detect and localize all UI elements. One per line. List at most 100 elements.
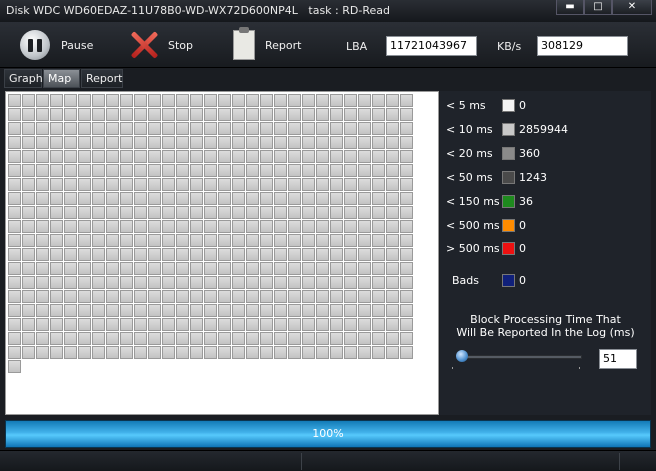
map-block (78, 150, 91, 163)
report-button[interactable]: Report (233, 27, 301, 62)
tab-report[interactable]: Report (81, 69, 123, 88)
map-block (134, 94, 147, 107)
map-block (302, 150, 315, 163)
close-button[interactable]: ✕ (612, 0, 652, 15)
map-block (386, 136, 399, 149)
lba-field[interactable]: 11721043967 (386, 36, 477, 56)
map-block (372, 234, 385, 247)
map-block (274, 346, 287, 359)
map-block (344, 346, 357, 359)
map-block (218, 346, 231, 359)
map-block (288, 164, 301, 177)
kbs-field[interactable]: 308129 (537, 36, 628, 56)
map-block (246, 108, 259, 121)
map-block (162, 136, 175, 149)
map-block (358, 234, 371, 247)
map-block (64, 248, 77, 261)
map-block (92, 192, 105, 205)
map-block (218, 248, 231, 261)
map-block (162, 122, 175, 135)
map-block (218, 122, 231, 135)
map-block (162, 346, 175, 359)
threshold-slider-handle[interactable] (456, 350, 468, 362)
status-segment (301, 453, 619, 470)
map-block (36, 290, 49, 303)
map-block (316, 94, 329, 107)
map-block (176, 346, 189, 359)
legend-count: 0 (519, 274, 526, 287)
legend-label: < 5 ms (446, 99, 486, 112)
map-block (232, 248, 245, 261)
map-block (134, 276, 147, 289)
map-block (134, 332, 147, 345)
maximize-button[interactable]: □ (584, 0, 612, 15)
map-block (8, 262, 21, 275)
map-block (8, 332, 21, 345)
map-block (344, 234, 357, 247)
map-block (120, 136, 133, 149)
map-block (78, 304, 91, 317)
map-block (344, 304, 357, 317)
map-block (232, 164, 245, 177)
map-block (148, 136, 161, 149)
map-block (92, 248, 105, 261)
legend-count: 0 (519, 242, 526, 255)
map-block (78, 192, 91, 205)
minimize-button[interactable]: ▬ (556, 0, 584, 15)
map-block (344, 94, 357, 107)
map-block (246, 304, 259, 317)
map-block (176, 234, 189, 247)
map-block (120, 192, 133, 205)
threshold-ms-input[interactable]: 51 (599, 349, 637, 369)
map-block (358, 248, 371, 261)
map-block (330, 234, 343, 247)
map-block (232, 108, 245, 121)
map-block (22, 276, 35, 289)
map-block (106, 150, 119, 163)
map-block (372, 192, 385, 205)
threshold-slider-track[interactable] (456, 355, 582, 359)
map-block (302, 318, 315, 331)
legend-label: < 10 ms (446, 123, 493, 136)
map-block (204, 332, 217, 345)
map-block (22, 346, 35, 359)
map-block (22, 164, 35, 177)
map-block (8, 346, 21, 359)
map-block (120, 290, 133, 303)
map-block (134, 290, 147, 303)
map-block (316, 248, 329, 261)
map-block (148, 108, 161, 121)
map-block (274, 150, 287, 163)
tab-map[interactable]: Map (43, 69, 80, 88)
map-block (92, 318, 105, 331)
map-block (246, 206, 259, 219)
map-block (190, 290, 203, 303)
map-block (316, 276, 329, 289)
legend-label: < 20 ms (446, 147, 493, 160)
map-block (204, 136, 217, 149)
map-block (316, 318, 329, 331)
pause-button[interactable]: Pause (20, 28, 93, 62)
map-block (8, 150, 21, 163)
map-block (260, 150, 273, 163)
legend-count: 36 (519, 195, 533, 208)
map-block (162, 94, 175, 107)
map-block (246, 192, 259, 205)
map-block (372, 122, 385, 135)
tab-graph[interactable]: Graph (4, 69, 43, 88)
map-block (106, 304, 119, 317)
map-block (344, 122, 357, 135)
map-block (400, 108, 413, 121)
map-block (288, 108, 301, 121)
map-block (134, 108, 147, 121)
map-block (106, 178, 119, 191)
map-block (204, 164, 217, 177)
map-block (22, 192, 35, 205)
map-block (246, 318, 259, 331)
map-block (218, 178, 231, 191)
stop-button[interactable]: Stop (128, 28, 193, 62)
title-bar: Disk WDC WD60EDAZ-11U78B0-WD-WX72D600NP4… (0, 0, 656, 22)
map-block (274, 164, 287, 177)
legend-row-10ms: < 10 ms 2859944 (446, 122, 646, 138)
map-block (316, 164, 329, 177)
